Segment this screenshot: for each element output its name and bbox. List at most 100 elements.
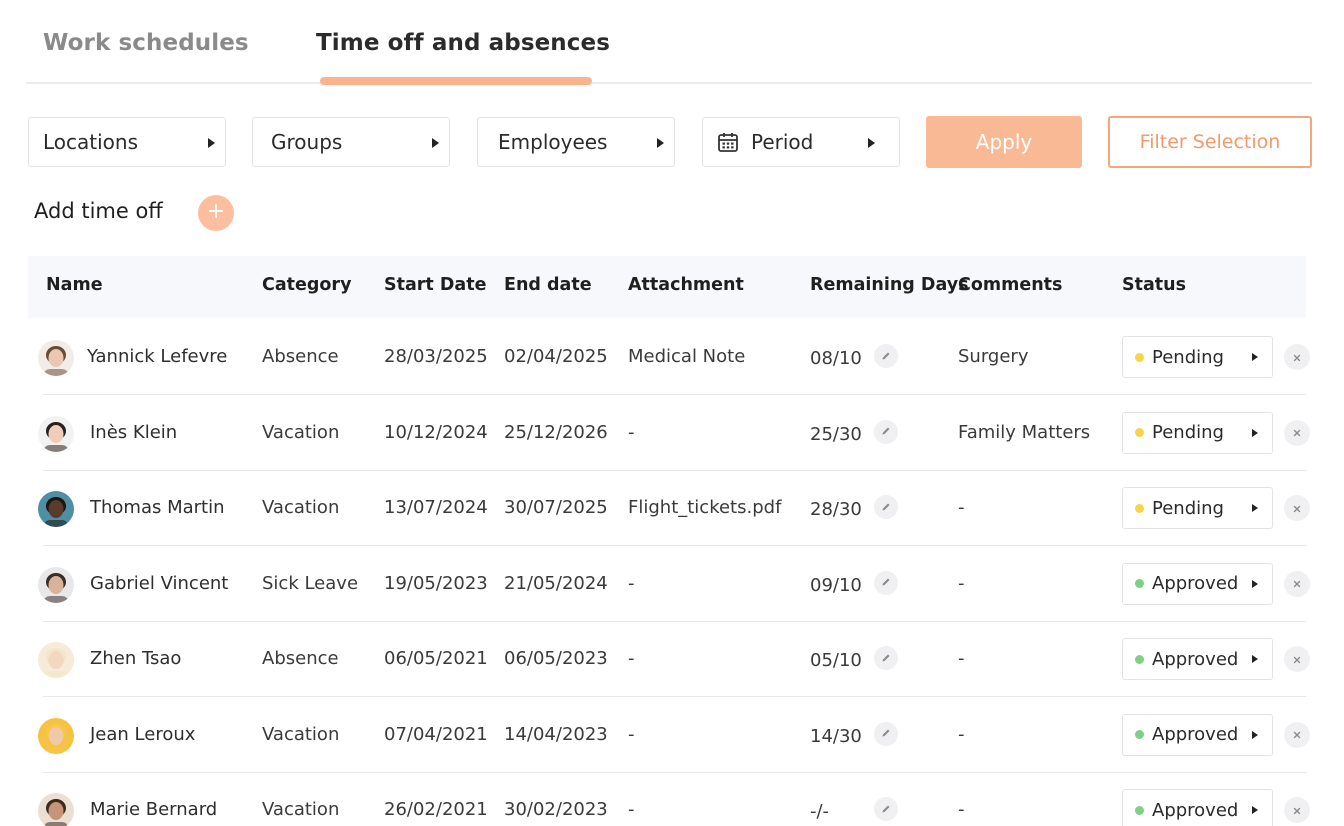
tab-bar: Work schedules Time off and absences (26, 0, 1312, 85)
filter-selection-button[interactable]: Filter Selection (1108, 116, 1312, 168)
status-select[interactable]: Pending (1122, 336, 1273, 378)
attachment-cell[interactable]: - (628, 573, 635, 594)
status-select[interactable]: Approved (1122, 638, 1273, 680)
add-time-off-button[interactable] (198, 195, 234, 231)
edit-remaining-days-button[interactable] (874, 344, 898, 368)
remaining-days-cell: 14/30 (810, 725, 862, 747)
status-value: Pending (1152, 497, 1224, 519)
table-row[interactable]: Jean Leroux Vacation 07/04/2021 14/04/20… (28, 698, 1310, 773)
table-row[interactable]: Zhen Tsao Absence 06/05/2021 06/05/2023 … (28, 622, 1310, 697)
employee-name[interactable]: Jean Leroux (90, 724, 195, 745)
category-cell: Vacation (262, 799, 340, 820)
category-cell: Vacation (262, 497, 340, 518)
end-date-cell: 02/04/2025 (504, 346, 608, 367)
remove-row-button[interactable] (1284, 646, 1310, 672)
status-select[interactable]: Pending (1122, 487, 1273, 529)
edit-remaining-days-button[interactable] (874, 721, 898, 746)
caret-right-icon (1252, 655, 1258, 663)
employee-name[interactable]: Gabriel Vincent (90, 573, 228, 594)
remove-row-button[interactable] (1284, 721, 1310, 748)
attachment-cell[interactable]: - (628, 799, 635, 820)
remove-row-button[interactable] (1284, 419, 1310, 446)
comments-cell: - (958, 497, 965, 518)
avatar (38, 415, 74, 452)
edit-remaining-days-button[interactable] (874, 797, 898, 821)
remove-row-button[interactable] (1284, 495, 1310, 521)
avatar (38, 642, 74, 678)
groups-filter-label: Groups (271, 130, 343, 154)
table-row[interactable]: Yannick Lefevre Absence 28/03/2025 02/04… (28, 320, 1310, 395)
employee-name[interactable]: Zhen Tsao (90, 648, 181, 669)
status-select[interactable]: Approved (1122, 789, 1273, 826)
caret-right-icon (1252, 730, 1258, 739)
tab-work-schedules[interactable]: Work schedules (43, 30, 249, 56)
attachment-cell[interactable]: Flight_tickets.pdf (628, 497, 781, 518)
employee-name[interactable]: Marie Bernard (90, 799, 217, 820)
locations-filter[interactable]: Locations (28, 117, 226, 167)
table-row[interactable]: Marie Bernard Vacation 26/02/2021 30/02/… (28, 773, 1310, 826)
remaining-days-cell: 25/30 (810, 423, 862, 445)
apply-button[interactable]: Apply (926, 116, 1082, 168)
period-filter[interactable]: Period (702, 117, 900, 167)
column-header-status[interactable]: Status (1122, 275, 1186, 295)
column-header-remaining-days[interactable]: Remaining Days (810, 275, 969, 295)
close-icon (1292, 574, 1302, 593)
status-dot (1135, 503, 1144, 513)
status-select[interactable]: Pending (1122, 411, 1273, 454)
employee-name[interactable]: Thomas Martin (90, 497, 225, 518)
column-header-category[interactable]: Category (262, 275, 351, 295)
close-icon (1292, 348, 1302, 367)
table-row[interactable]: Thomas Martin Vacation 13/07/2024 30/07/… (28, 471, 1310, 546)
pencil-icon (880, 800, 892, 819)
status-dot (1135, 805, 1144, 815)
edit-remaining-days-button[interactable] (874, 495, 898, 519)
column-header-attachment[interactable]: Attachment (628, 275, 744, 295)
table-row[interactable]: Inès Klein Vacation 10/12/2024 25/12/202… (28, 396, 1310, 471)
groups-filter[interactable]: Groups (252, 117, 450, 167)
column-header-end-date[interactable]: End date (504, 275, 592, 295)
tab-time-off-absences[interactable]: Time off and absences (316, 30, 610, 56)
column-header-comments[interactable]: Comments (958, 275, 1062, 295)
pencil-icon (880, 573, 892, 592)
column-header-name[interactable]: Name (46, 275, 103, 295)
employee-name[interactable]: Yannick Lefevre (87, 346, 227, 367)
end-date-cell: 30/07/2025 (504, 497, 608, 518)
employee-name[interactable]: Inès Klein (90, 422, 177, 443)
column-header-start-date[interactable]: Start Date (384, 275, 486, 295)
add-time-off-label: Add time off (34, 199, 163, 223)
avatar (38, 717, 74, 754)
avatar (38, 340, 74, 376)
attachment-cell[interactable]: - (628, 648, 635, 669)
table-row[interactable]: Gabriel Vincent Sick Leave 19/05/2023 21… (28, 547, 1310, 622)
avatar (38, 566, 74, 603)
attachment-cell[interactable]: - (628, 422, 635, 443)
active-tab-indicator (320, 77, 592, 85)
start-date-cell: 07/04/2021 (384, 723, 488, 745)
comments-cell: - (958, 648, 965, 669)
caret-right-icon (1252, 353, 1258, 361)
start-date-cell: 13/07/2024 (384, 497, 488, 518)
employees-filter[interactable]: Employees (477, 117, 675, 167)
remove-row-button[interactable] (1284, 344, 1310, 370)
category-cell: Vacation (262, 421, 340, 443)
edit-remaining-days-button[interactable] (874, 419, 898, 444)
attachment-cell[interactable]: - (628, 724, 635, 745)
end-date-cell: 30/02/2023 (504, 799, 608, 820)
edit-remaining-days-button[interactable] (874, 646, 898, 670)
time-off-page: Work schedules Time off and absences Loc… (0, 0, 1344, 826)
remaining-days-cell: 05/10 (810, 650, 862, 671)
comments-cell: - (958, 799, 965, 820)
remove-row-button[interactable] (1284, 797, 1310, 823)
attachment-cell[interactable]: Medical Note (628, 346, 745, 367)
status-select[interactable]: Approved (1122, 713, 1273, 756)
remaining-days-cell: 28/30 (810, 499, 862, 520)
edit-remaining-days-button[interactable] (874, 570, 898, 595)
close-icon (1292, 725, 1302, 744)
caret-right-icon (657, 138, 664, 148)
remove-row-button[interactable] (1284, 570, 1310, 597)
plus-icon (208, 203, 224, 223)
avatar (38, 793, 74, 826)
status-select[interactable]: Approved (1122, 562, 1273, 605)
status-value: Approved (1152, 799, 1239, 821)
remaining-days-cell: 09/10 (810, 574, 862, 596)
